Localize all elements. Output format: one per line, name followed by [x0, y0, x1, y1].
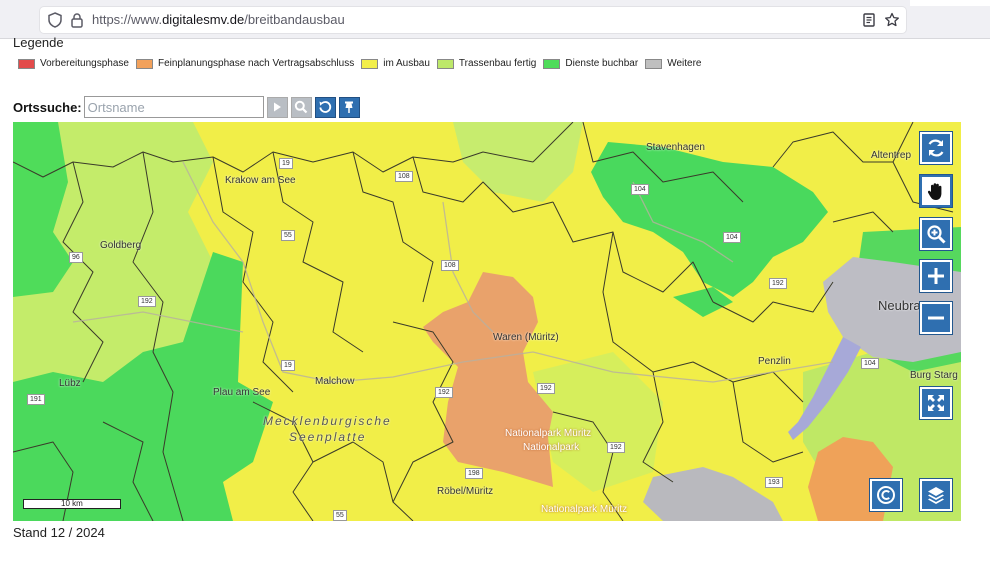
legend-label: Dienste buchbar: [565, 58, 639, 69]
road-number: 104: [631, 184, 649, 195]
search-go-button[interactable]: [266, 96, 288, 118]
place-label: Malchow: [315, 376, 355, 387]
road-number: 192: [769, 278, 787, 289]
place-label: Penzlin: [758, 356, 791, 367]
legend: Vorbereitungsphase Feinplanungsphase nac…: [18, 58, 708, 69]
legend-label: Feinplanungsphase nach Vertragsabschluss: [157, 58, 355, 69]
place-label: Lübz: [59, 378, 81, 389]
search-input[interactable]: [83, 96, 264, 118]
park-label: Nationalpark: [523, 442, 580, 453]
legend-swatch: [361, 58, 379, 69]
place-label: Röbel/Müritz: [437, 486, 494, 497]
legend-swatch: [436, 58, 454, 69]
toolbar-edge: [910, 0, 990, 6]
search-button[interactable]: [290, 96, 312, 118]
legend-swatch: [18, 58, 35, 69]
legend-label: Vorbereitungsphase: [40, 58, 129, 69]
road-number: 192: [138, 296, 156, 307]
legend-swatch: [135, 58, 153, 69]
road-number: 19: [279, 158, 293, 169]
scale-bar: 10 km: [23, 499, 121, 511]
pan-button[interactable]: [920, 175, 952, 207]
legend-swatch: [543, 58, 561, 69]
data-status-date: Stand 12 / 2024: [13, 525, 105, 540]
legend-item: Dienste buchbar: [543, 58, 638, 69]
place-label: Burg Starg: [910, 370, 958, 381]
layers-button[interactable]: [920, 479, 952, 511]
place-search: Ortssuche:: [13, 96, 360, 118]
place-label: Altentrep: [871, 150, 912, 161]
fullscreen-icon: [928, 395, 944, 411]
road-number: 192: [435, 387, 453, 398]
attribution-button[interactable]: [870, 479, 902, 511]
region-label: Seenplatte: [289, 430, 367, 444]
road-number: 192: [537, 383, 555, 394]
place-label: Goldberg: [100, 240, 142, 251]
zoom-out-icon: [928, 316, 944, 320]
road-number: 198: [465, 468, 483, 479]
bookmark-star-icon[interactable]: [883, 11, 901, 29]
shield-icon[interactable]: [46, 11, 64, 29]
legend-item: Vorbereitungsphase: [18, 58, 129, 69]
legend-label: im Ausbau: [383, 58, 430, 69]
legend-item: Feinplanungsphase nach Vertragsabschluss: [135, 58, 355, 69]
place-label: Waren (Müritz): [493, 332, 559, 343]
legend-title: Legende: [13, 35, 64, 50]
reset-button[interactable]: [314, 96, 336, 118]
park-label: Nationalpark Müritz: [541, 504, 628, 515]
road-number: 19: [281, 360, 295, 371]
url-text[interactable]: https://www.digitalesmv.de/breitbandausb…: [92, 12, 345, 27]
road-number: 191: [27, 394, 45, 405]
zoom-box-button[interactable]: [920, 218, 952, 250]
reader-mode-icon[interactable]: [860, 11, 878, 29]
browser-toolbar: https://www.digitalesmv.de/breitbandausb…: [0, 0, 990, 39]
road-number: 55: [333, 510, 347, 521]
road-number: 193: [765, 477, 783, 488]
road-number: 192: [607, 442, 625, 453]
road-number: 104: [723, 232, 741, 243]
legend-item: im Ausbau: [361, 58, 430, 69]
legend-item: Weitere: [645, 58, 701, 69]
reset-icon: [319, 101, 332, 113]
fullscreen-button[interactable]: [920, 387, 952, 419]
play-icon: [274, 102, 282, 112]
place-label: Neubra: [878, 298, 921, 313]
legend-label: Trassenbau fertig: [458, 58, 537, 69]
road-number: 96: [69, 252, 83, 263]
place-label: Krakow am See: [225, 175, 296, 186]
region-label: Mecklenburgische: [263, 414, 392, 428]
place-label: Stavenhagen: [646, 142, 705, 153]
url-host: digitalesmv.de: [162, 12, 245, 27]
legend-item: Trassenbau fertig: [436, 58, 537, 69]
url-prefix: https://www.: [92, 12, 163, 27]
zoom-in-button[interactable]: [920, 260, 952, 292]
scale-label: 10 km: [61, 499, 83, 508]
zoom-box-icon: [927, 225, 946, 244]
search-label: Ortssuche:: [13, 99, 82, 115]
url-path: /breitbandausbau: [244, 12, 345, 27]
refresh-icon: [928, 139, 944, 157]
refresh-map-button[interactable]: [920, 132, 952, 164]
layers-icon: [928, 487, 944, 504]
pin-button[interactable]: [338, 96, 360, 118]
road-number: 108: [441, 260, 459, 271]
road-number: 55: [281, 230, 295, 241]
zoom-out-button[interactable]: [920, 302, 952, 334]
road-number: 104: [861, 358, 879, 369]
zoom-in-icon: [928, 268, 944, 284]
pin-icon: [345, 101, 354, 113]
park-label: Nationalpark Müritz: [505, 428, 592, 439]
pan-hand-icon: [927, 183, 942, 200]
address-bar[interactable]: https://www.digitalesmv.de/breitbandausb…: [40, 7, 906, 33]
copyright-icon: [877, 486, 895, 504]
place-label: Plau am See: [213, 387, 271, 398]
map-canvas[interactable]: [13, 122, 961, 521]
broadband-map[interactable]: Krakow am See Goldberg Lübz Plau am See …: [13, 122, 961, 521]
legend-label: Weitere: [667, 58, 702, 69]
legend-swatch: [645, 58, 663, 69]
road-number: 108: [395, 171, 413, 182]
search-icon: [294, 100, 308, 114]
lock-icon[interactable]: [68, 11, 86, 29]
